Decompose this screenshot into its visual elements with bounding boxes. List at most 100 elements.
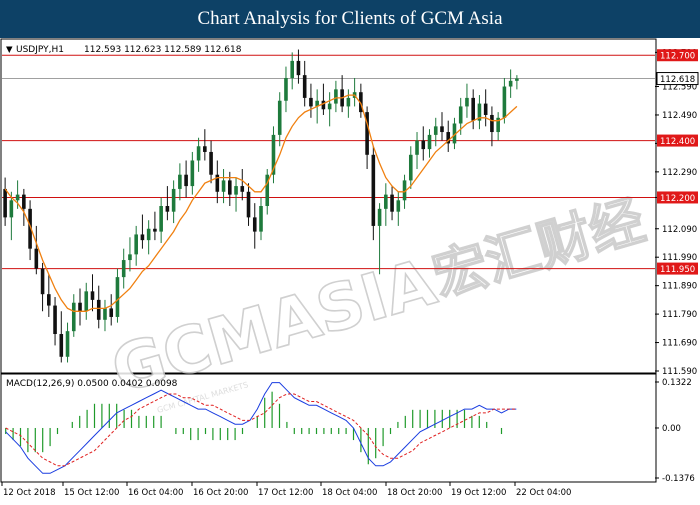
page-title: Chart Analysis for Clients of GCM Asia [197,8,503,29]
macd-y-tick-label: 0.00 [662,424,681,434]
candle-body [103,308,107,320]
x-tick-label: 22 Oct 04:00 [516,488,571,498]
candle-body [221,180,226,192]
candle-body [115,277,120,317]
symbol-label: USDJPY,H1 [16,45,64,55]
x-tick-label: 16 Oct 04:00 [128,488,183,498]
candle-body [390,194,394,212]
x-tick-label: 17 Oct 12:00 [258,488,313,498]
time-axis: 12 Oct 2018 15 Oct 12:00 16 Oct 04:00 16 Oc… [1,482,571,498]
candle-body [34,248,39,269]
candle-body [302,75,307,98]
candle-body [284,77,288,101]
candle-body [196,146,201,161]
candle-body [458,106,463,124]
candle-body [9,200,14,218]
candle-body [246,191,251,218]
candle-body [433,126,438,135]
y-tick-label: 112.290 [662,168,697,178]
candle-body [440,126,444,133]
y-tick-label: 111.890 [662,282,697,292]
x-tick-label: 19 Oct 12:00 [451,488,506,498]
level-label: 112.700 [660,52,695,62]
x-tick-label: 12 Oct 2018 [3,488,56,498]
candle-body [321,100,326,110]
candle-body [277,100,282,135]
page-header: Chart Analysis for Clients of GCM Asia [0,0,700,38]
x-tick-label: 18 Oct 04:00 [322,488,377,498]
candle-body [96,299,101,320]
candle-body [490,114,494,133]
candle-body [71,302,76,332]
x-tick-label: 16 Oct 20:00 [193,488,248,498]
y-tick-label: 111.990 [662,253,697,263]
y-tick-label: 112.090 [662,225,697,235]
candle-body [84,291,89,312]
candle-body [53,305,57,335]
macd-label: MACD(12,26,9) 0.0500 0.0402 0.0098 [6,379,178,389]
candle-body [128,254,132,261]
candle-body [3,188,7,218]
level-label: 112.400 [660,137,695,147]
candle-body [109,308,114,317]
ohlc-label: 112.593 112.623 112.589 112.618 [84,45,242,55]
candle-body [171,188,176,212]
price-axis: 112.790112.590112.490112.390112.290112.2… [655,48,697,377]
candle-body [90,291,95,300]
candle-body [327,103,332,110]
macd-y-tick-label: -0.1376 [662,474,695,484]
symbol-triangle-icon[interactable]: ▼ [6,45,13,55]
y-tick-label: 111.790 [662,310,697,320]
candle-body [396,200,401,212]
candle-body [140,234,145,241]
candle-body [334,89,338,104]
candle-body [65,331,70,357]
candle-body [134,234,138,255]
candle-body [309,97,313,107]
candle-body [15,194,20,201]
candle-body [290,60,295,78]
x-tick-label: 18 Oct 20:00 [387,488,442,498]
candle-body [384,194,388,209]
level-label: 112.200 [660,194,695,204]
candle-body [159,206,163,232]
candle-body [203,146,207,152]
y-tick-label: 111.590 [662,367,697,377]
candle-body [421,140,426,150]
price-chart[interactable]: GCMASIA GCM CAPITAL MARKETS 宏汇财经 112.790… [0,38,700,500]
candle-body [240,186,245,192]
candle-body [165,206,170,212]
candle-body [377,208,382,226]
candle-body [371,154,376,226]
x-tick-label: 15 Oct 12:00 [64,488,119,498]
candle-body [508,80,513,87]
level-label: 111.950 [660,265,695,275]
candle-body [22,194,26,209]
y-tick-label: 112.490 [662,111,697,121]
candle-body [346,97,351,107]
candle-body [415,140,419,155]
candle-body [153,228,157,232]
candle-body [252,217,257,232]
candle-body [502,86,507,118]
candle-body [471,97,475,121]
candle-body [47,294,51,306]
candle-body [259,206,263,232]
macd-y-tick-label: 0.1322 [662,378,692,388]
candle-body [234,186,238,195]
candle-body [296,60,301,76]
candle-body [227,180,232,195]
candle-body [178,174,182,189]
current-price-label: 112.618 [660,75,695,85]
candle-body [78,302,82,312]
candle-body [59,334,64,357]
level-labels: 112.700 112.400 112.200 111.950 112.618 [656,49,699,275]
candle-body [465,97,469,107]
candle-body [427,134,432,150]
candle-body [184,174,188,187]
candle-body [515,78,519,81]
candle-body [146,228,151,241]
candle-body [209,151,213,175]
candle-body [408,154,413,181]
chart-area: GCMASIA GCM CAPITAL MARKETS 宏汇财经 112.790… [0,38,700,500]
